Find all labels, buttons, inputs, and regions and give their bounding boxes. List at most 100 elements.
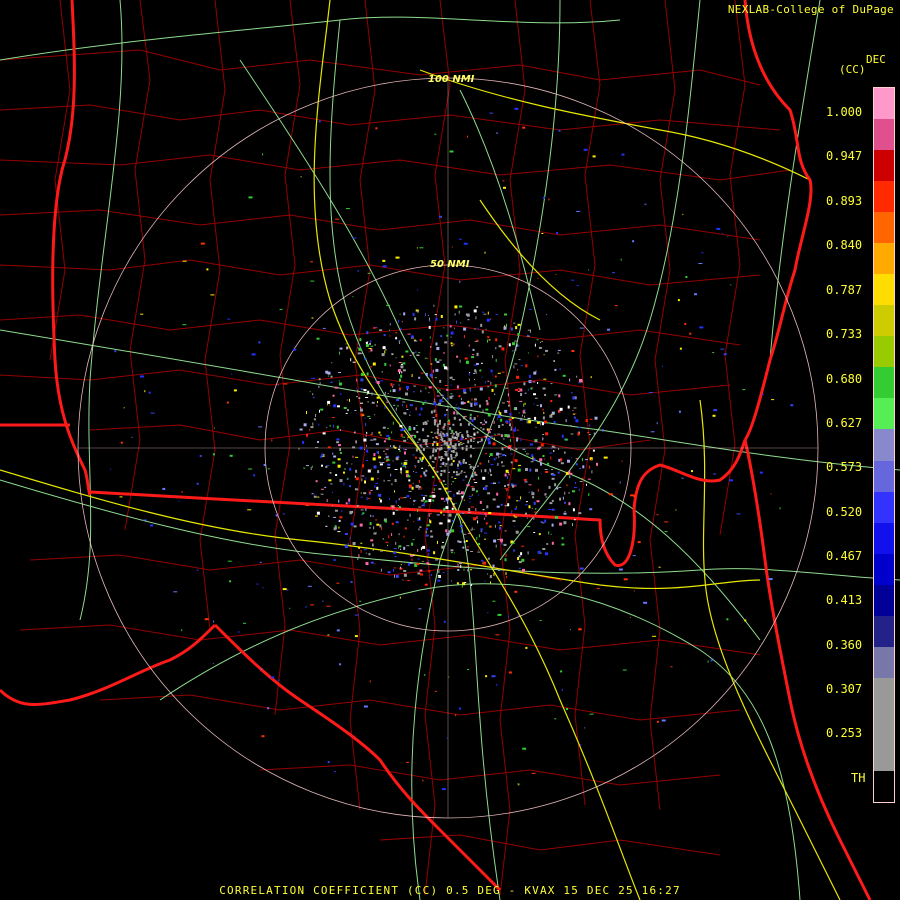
radar-echo xyxy=(406,385,409,389)
product-footer: CORRELATION COEFFICIENT (CC) 0.5 DEG - K… xyxy=(219,884,681,897)
radar-echo xyxy=(385,456,389,459)
radar-echo xyxy=(675,509,677,511)
radar-echo xyxy=(497,415,501,418)
radar-echo xyxy=(770,493,772,495)
radar-echo xyxy=(334,386,338,389)
radar-echo xyxy=(375,380,377,383)
radar-echo xyxy=(445,506,449,510)
radar-echo xyxy=(465,540,468,542)
radar-echo xyxy=(439,379,442,383)
radar-echo xyxy=(150,524,153,527)
radar-echo xyxy=(436,347,440,350)
radar-echo xyxy=(349,511,353,515)
radar-echo xyxy=(508,486,510,488)
radar-echo xyxy=(311,317,314,319)
radar-echo xyxy=(621,460,623,462)
radar-echo xyxy=(373,526,375,530)
radar-echo xyxy=(419,517,421,520)
radar-echo xyxy=(481,559,484,562)
radar-echo xyxy=(685,276,688,278)
radar-echo xyxy=(366,445,367,447)
radar-echo xyxy=(378,461,381,463)
legend-title-line2: (CC) xyxy=(839,63,866,76)
radar-echo xyxy=(514,107,519,110)
radar-echo xyxy=(403,570,407,572)
radar-echo xyxy=(443,620,446,623)
radar-echo xyxy=(622,669,627,671)
radar-echo xyxy=(435,368,439,372)
radar-echo xyxy=(550,456,552,460)
radar-echo xyxy=(457,436,460,438)
radar-echo xyxy=(432,417,435,419)
radar-echo xyxy=(504,409,508,413)
radar-echo xyxy=(432,475,435,478)
radar-echo xyxy=(592,155,596,158)
radar-echo xyxy=(376,404,378,407)
radar-echo xyxy=(352,237,357,239)
radar-echo xyxy=(461,434,464,438)
radar-echo xyxy=(483,561,487,565)
radar-echo xyxy=(392,509,394,511)
radar-echo xyxy=(396,399,400,401)
radar-echo xyxy=(327,446,331,449)
radar-echo xyxy=(573,416,576,419)
radar-echo xyxy=(496,683,498,686)
radar-echo xyxy=(293,348,297,351)
radar-echo xyxy=(318,385,320,388)
radar-echo xyxy=(531,772,536,774)
radar-echo xyxy=(325,525,328,527)
radar-echo xyxy=(431,454,434,457)
radar-echo xyxy=(479,427,482,429)
radar-echo xyxy=(473,373,476,374)
radar-echo xyxy=(420,372,424,374)
radar-echo xyxy=(428,513,430,517)
radar-echo xyxy=(229,580,232,583)
radar-echo xyxy=(453,457,456,459)
legend-label: 0.307 xyxy=(826,682,863,696)
radar-echo xyxy=(454,443,457,447)
radar-echo xyxy=(531,507,533,509)
radar-echo xyxy=(456,411,459,415)
radar-echo xyxy=(367,341,369,343)
radar-echo xyxy=(334,771,337,773)
radar-echo xyxy=(475,427,478,429)
radar-echo xyxy=(498,453,502,455)
radar-echo xyxy=(315,515,318,517)
radar-echo xyxy=(544,519,547,523)
radar-echo xyxy=(507,393,509,397)
radar-echo xyxy=(453,343,455,346)
radar-echo xyxy=(344,468,346,470)
radar-echo xyxy=(522,448,526,450)
radar-echo xyxy=(253,474,256,477)
radar-echo xyxy=(413,521,415,523)
radar-echo xyxy=(466,313,470,317)
radar-echo xyxy=(559,522,563,526)
radar-echo xyxy=(319,409,320,413)
radar-echo xyxy=(520,365,523,367)
radar-echo xyxy=(333,455,337,458)
radar-echo xyxy=(505,469,509,473)
radar-echo xyxy=(376,486,379,490)
radar-echo xyxy=(522,126,526,129)
radar-echo xyxy=(630,617,631,618)
radar-echo xyxy=(541,233,544,234)
radar-echo xyxy=(656,720,659,723)
radar-echo xyxy=(354,410,357,411)
radar-echo xyxy=(441,788,446,791)
radar-echo xyxy=(768,578,773,581)
radar-echo xyxy=(422,402,425,405)
radar-echo xyxy=(435,414,438,417)
radar-echo xyxy=(305,605,307,608)
legend-color-swatch xyxy=(874,119,894,151)
radar-echo xyxy=(525,364,528,368)
radar-echo xyxy=(440,431,443,433)
radar-echo xyxy=(458,418,461,421)
radar-echo xyxy=(302,440,305,444)
radar-echo xyxy=(391,533,393,536)
radar-echo xyxy=(472,354,475,356)
legend-color-swatch xyxy=(874,522,894,555)
radar-echo xyxy=(384,391,386,395)
radar-echo xyxy=(346,399,348,401)
radar-echo xyxy=(412,454,415,456)
radar-echo xyxy=(413,470,414,472)
